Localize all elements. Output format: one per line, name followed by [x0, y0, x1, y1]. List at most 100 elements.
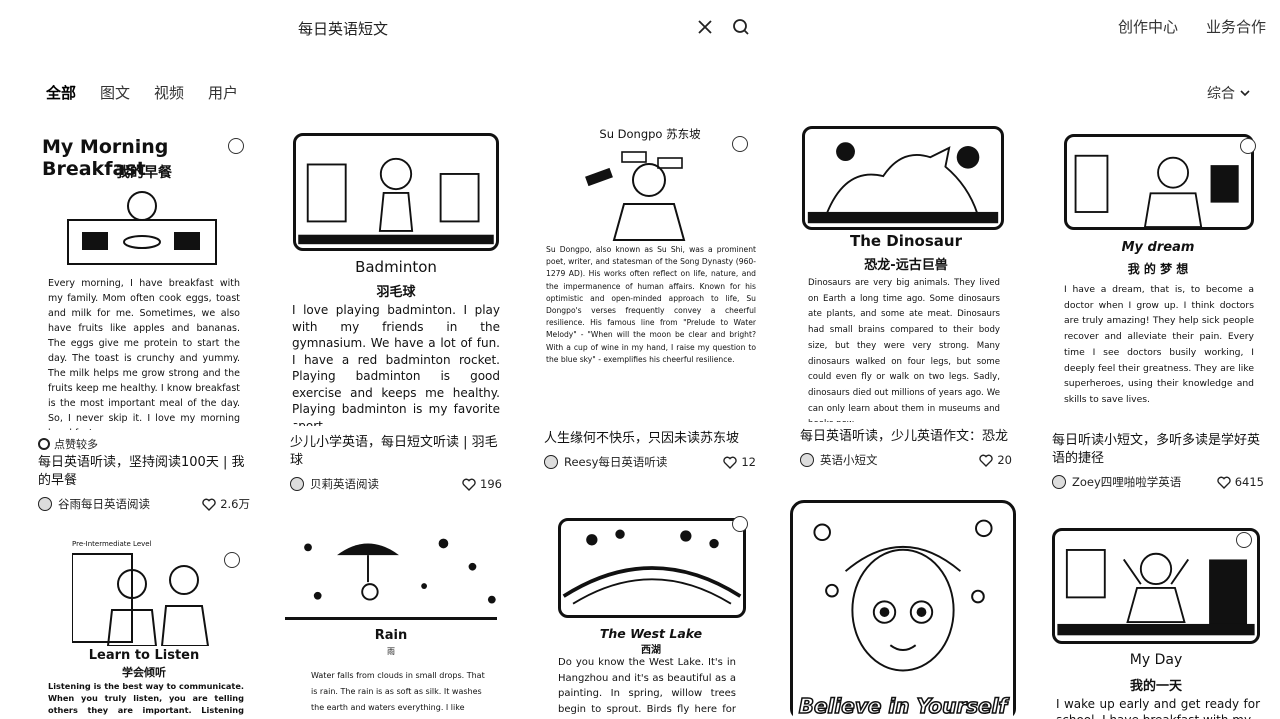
like-count: 12: [741, 455, 756, 469]
card-image[interactable]: Believe in Yourself: [790, 500, 1016, 719]
image-top-label: Pre-Intermediate Level: [72, 540, 152, 548]
more-icon[interactable]: [1236, 532, 1252, 548]
business-link[interactable]: 业务合作: [1206, 16, 1266, 37]
note-card[interactable]: Su Dongpo 苏东坡 Su Dongpo, also known as S…: [544, 126, 756, 486]
like-button[interactable]: 6415: [1217, 475, 1264, 489]
tab-user[interactable]: 用户: [208, 82, 238, 103]
sort-dropdown[interactable]: 综合: [1207, 83, 1251, 103]
like-button[interactable]: 196: [462, 477, 502, 491]
image-title: Su Dongpo 苏东坡: [599, 127, 701, 141]
avatar: [38, 497, 52, 511]
card-meta: Zoey四哩啪啦学英语 6415: [1052, 474, 1264, 490]
image-body-text: Every morning, I have breakfast with my …: [48, 278, 240, 430]
tab-image-text[interactable]: 图文: [100, 82, 130, 103]
card-image[interactable]: My dream 我 的 梦 想 I have a dream, that is…: [1052, 130, 1264, 426]
card-image[interactable]: My Morning Breakfast 我的早餐 Every morning,…: [38, 130, 250, 430]
like-button[interactable]: 12: [723, 455, 756, 469]
author[interactable]: Reesy每日英语听读: [544, 454, 667, 470]
badge-label: 点赞较多: [54, 438, 98, 451]
image-body-text: I wake up early and get ready for school…: [1056, 697, 1260, 719]
image-title: My Day: [1129, 652, 1183, 668]
card-caption[interactable]: 每日听读小短文，多听多读是学好英语的捷径: [1052, 432, 1264, 468]
avatar: [800, 453, 814, 467]
heart-icon: [979, 454, 994, 467]
clear-icon[interactable]: [694, 16, 716, 38]
image-title: The West Lake: [599, 626, 703, 641]
card-image[interactable]: Badminton 羽毛球 I love playing badminton. …: [290, 130, 502, 426]
dinosaur-illustration: [802, 126, 1004, 230]
image-body-text: Su Dongpo, also known as Su Shi, was a p…: [546, 245, 756, 364]
like-button[interactable]: 2.6万: [202, 496, 250, 512]
note-card[interactable]: My dream 我 的 梦 想 I have a dream, that is…: [1052, 130, 1264, 500]
card-image[interactable]: Pre-Intermediate Level Learn to Listen 学…: [38, 540, 250, 719]
author[interactable]: Zoey四哩啪啦学英语: [1052, 474, 1181, 490]
search-icon[interactable]: [730, 16, 752, 38]
image-body-text: Do you know the West Lake. It's in Hangz…: [558, 657, 736, 715]
card-caption[interactable]: 人生缘何不快乐，只因未读苏东坡: [544, 430, 756, 448]
image-body-text: Listening is the best way to communicate…: [48, 681, 244, 719]
image-subtitle: 雨: [387, 647, 395, 656]
author[interactable]: 英语小短文: [800, 452, 878, 468]
avatar: [544, 455, 558, 469]
more-icon[interactable]: [224, 552, 240, 568]
more-icon[interactable]: [732, 516, 748, 532]
card-meta: 谷雨每日英语阅读 2.6万: [38, 496, 250, 512]
heart-icon: [462, 478, 476, 491]
rain-illustration: [285, 528, 497, 620]
author-name: 贝莉英语阅读: [310, 477, 379, 491]
heart-icon: [202, 498, 216, 511]
image-title: Learn to Listen: [88, 648, 200, 663]
popular-badge: 点赞较多: [38, 436, 250, 452]
author[interactable]: 贝莉英语阅读: [290, 476, 379, 492]
more-icon[interactable]: [228, 138, 244, 154]
like-count: 20: [997, 453, 1012, 467]
doctor-illustration: [1064, 134, 1254, 230]
image-subtitle: 我的一天: [1129, 679, 1182, 694]
avatar: [1052, 475, 1066, 489]
card-meta: 贝莉英语阅读 196: [290, 476, 502, 492]
like-button[interactable]: 20: [979, 453, 1012, 467]
card-caption[interactable]: 每日英语听读，少儿英语作文：恐龙: [800, 428, 1012, 446]
search-box[interactable]: 每日英语短文: [280, 10, 760, 46]
westlake-illustration: [558, 518, 746, 618]
image-subtitle: 西湖: [641, 645, 661, 656]
creator-center-link[interactable]: 创作中心: [1118, 16, 1178, 37]
card-image[interactable]: Rain 雨 Water falls from clouds in small …: [285, 528, 497, 719]
tab-video[interactable]: 视频: [154, 82, 184, 103]
badge-icon: [38, 438, 50, 450]
card-image[interactable]: My Day 我的一天 I wake up early and get read…: [1050, 524, 1262, 719]
note-card[interactable]: Pre-Intermediate Level Learn to Listen 学…: [38, 540, 250, 719]
image-subtitle: 我 的 梦 想: [1127, 262, 1189, 276]
note-card[interactable]: My Morning Breakfast 我的早餐 Every morning,…: [38, 130, 250, 520]
note-card[interactable]: Badminton 羽毛球 I love playing badminton. …: [290, 130, 502, 500]
note-card[interactable]: The Dinosaur 恐龙-远古巨兽 Dinosaurs are very …: [800, 126, 1012, 486]
image-subtitle: 羽毛球: [376, 285, 416, 300]
like-count: 2.6万: [220, 497, 250, 511]
like-count: 196: [480, 477, 502, 491]
listen-illustration: [72, 550, 222, 646]
badminton-illustration: [293, 133, 499, 251]
heart-icon: [1217, 476, 1231, 489]
more-icon[interactable]: [1240, 138, 1256, 154]
card-caption[interactable]: 少儿小学英语，每日短文听读 | 羽毛球: [290, 434, 502, 470]
tab-all[interactable]: 全部: [46, 82, 76, 103]
note-card[interactable]: The West Lake 西湖 Do you know the West La…: [556, 514, 768, 719]
image-body-text: Water falls from clouds in small drops. …: [311, 671, 485, 712]
search-input[interactable]: 每日英语短文: [298, 18, 388, 39]
heart-icon: [723, 456, 738, 469]
image-body-text: Dinosaurs are very big animals. They liv…: [808, 278, 1000, 422]
note-card[interactable]: My Day 我的一天 I wake up early and get read…: [1050, 524, 1262, 719]
more-icon[interactable]: [732, 136, 748, 152]
card-caption[interactable]: 每日英语听读，坚持阅读100天 | 我的早餐: [38, 454, 250, 490]
header-links: 创作中心 业务合作: [1118, 16, 1266, 37]
note-card[interactable]: Rain 雨 Water falls from clouds in small …: [285, 528, 497, 719]
card-image[interactable]: The Dinosaur 恐龙-远古巨兽 Dinosaurs are very …: [800, 126, 1012, 422]
card-image[interactable]: Su Dongpo 苏东坡 Su Dongpo, also known as S…: [544, 126, 756, 426]
image-title: Rain: [374, 628, 408, 643]
filter-tabs: 全部 图文 视频 用户: [46, 82, 238, 103]
author[interactable]: 谷雨每日英语阅读: [38, 496, 150, 512]
card-image[interactable]: The West Lake 西湖 Do you know the West La…: [556, 514, 768, 719]
note-card[interactable]: Believe in Yourself: [790, 500, 1016, 719]
author-name: Zoey四哩啪啦学英语: [1072, 475, 1182, 489]
image-subtitle: 学会倾听: [122, 666, 166, 679]
